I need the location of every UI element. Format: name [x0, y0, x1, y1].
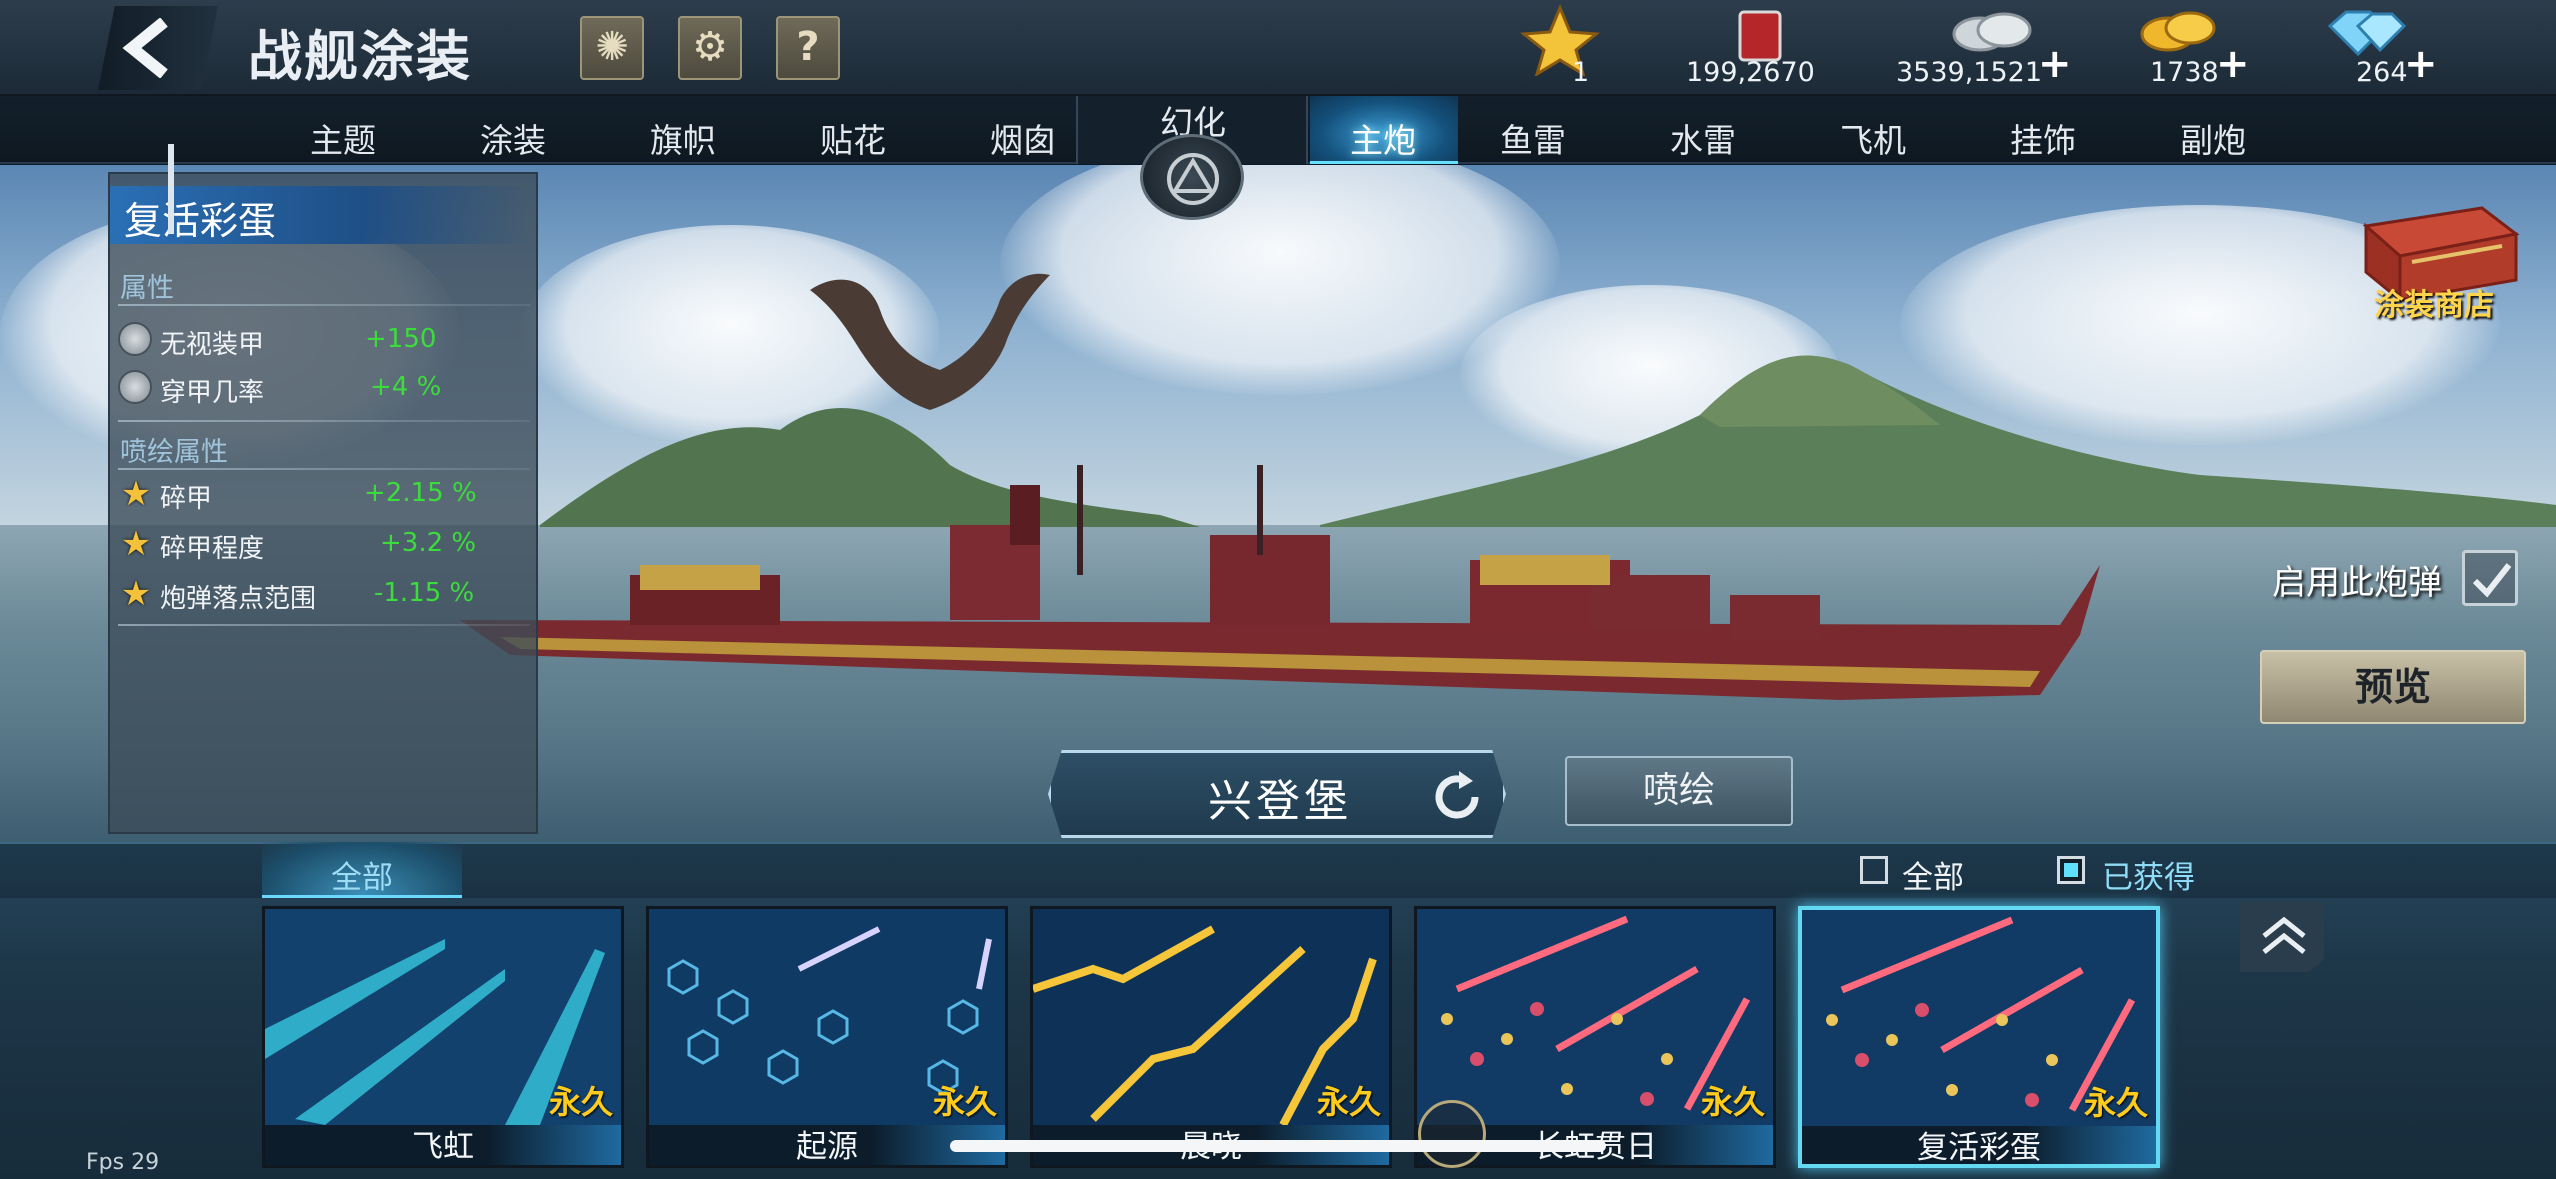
section-spray-attributes: 喷绘属性 — [120, 437, 228, 468]
silver-count: 3539,1521 — [1896, 57, 2043, 88]
tab-flag[interactable]: 旗帜 — [618, 114, 748, 162]
card-name: 复活彩蛋 — [1802, 1126, 2156, 1164]
top-bar: 战舰涂装 ✺ ⚙ ? 1 199,2670 3539,1521 + 1738 +… — [0, 0, 2556, 96]
armor-ignore-icon — [118, 322, 152, 356]
tab-all[interactable]: 全部 — [262, 852, 462, 897]
attribute-panel: 复活彩蛋 属性 无视装甲 +150 穿甲几率 +4 % 喷绘属性 ★ 碎甲 +2… — [108, 144, 538, 834]
checkbox-owned[interactable] — [2057, 856, 2085, 884]
tab-secondary-gun[interactable]: 副炮 — [2148, 114, 2278, 162]
skin-card-qiyuan[interactable]: 永久 起源 — [646, 906, 1008, 1168]
question-icon: ? — [796, 24, 820, 70]
checkbox-owned-label: 已获得 — [2102, 860, 2195, 896]
divider — [118, 468, 530, 470]
diamond-icon — [2327, 10, 2407, 57]
permanent-badge: 永久 — [1700, 1083, 1765, 1121]
spray-attr-label: 碎甲 — [160, 484, 213, 514]
permanent-badge: 永久 — [932, 1083, 997, 1121]
star-bonus-icon: ★ — [120, 474, 152, 514]
checkbox-all[interactable] — [1860, 856, 1888, 884]
checkbox-all-label: 全部 — [1902, 860, 1964, 896]
back-arrow-icon — [122, 18, 168, 78]
diamond-count: 264 — [2356, 57, 2408, 88]
checkmark-icon — [2472, 563, 2512, 598]
add-gold-icon[interactable]: + — [2216, 44, 2250, 84]
gold-resource: 1738 + — [2120, 4, 2250, 92]
dragon-figure — [810, 273, 1050, 410]
collapse-button[interactable] — [2240, 902, 2324, 972]
paint-shop-label: 涂装商店 — [2374, 288, 2494, 323]
penetration-icon — [118, 370, 152, 404]
triangle-emblem-icon — [1167, 153, 1219, 205]
tab-aircraft[interactable]: 飞机 — [1808, 114, 1938, 162]
divider — [118, 304, 530, 306]
silver-coins-icon — [1952, 12, 2032, 52]
skin-card-feihong[interactable]: 永久 飞虹 — [262, 906, 624, 1168]
spray-button[interactable]: 喷绘 — [1565, 756, 1793, 826]
fireworks-button[interactable]: ✺ — [580, 16, 644, 80]
gear-icon: ⚙ — [692, 24, 728, 70]
scroll-indicator[interactable] — [168, 144, 174, 234]
permanent-badge: 永久 — [2083, 1084, 2148, 1122]
transform-emblem-icon[interactable] — [1140, 134, 1244, 220]
tab-decal[interactable]: 贴花 — [788, 114, 918, 162]
paint-shop-button[interactable]: 涂装商店 — [2352, 200, 2522, 323]
tab-ornament[interactable]: 挂饰 — [1978, 114, 2108, 162]
spray-attr-value: +2.15 % — [364, 478, 477, 508]
battleship-hindenburg — [460, 465, 2100, 700]
permanent-badge: 永久 — [548, 1083, 613, 1121]
paint-resource: 199,2670 — [1680, 4, 1820, 92]
add-silver-icon[interactable]: + — [2038, 44, 2072, 84]
page-title: 战舰涂装 — [248, 25, 472, 88]
attr-label: 无视装甲 — [160, 330, 265, 360]
help-button[interactable]: ? — [776, 16, 840, 80]
spray-attr-value: -1.15 % — [374, 578, 475, 608]
star-count: 1 — [1572, 57, 1590, 88]
back-button[interactable] — [98, 6, 218, 90]
tab-mine[interactable]: 水雷 — [1638, 114, 1768, 162]
tab-torpedo[interactable]: 鱼雷 — [1468, 114, 1598, 162]
gold-coins-icon — [2140, 11, 2216, 52]
skin-card-chenxiao[interactable]: 永久 晨晓 — [1030, 906, 1392, 1168]
settings-button[interactable]: ⚙ — [678, 16, 742, 80]
fps-counter: Fps 29 — [86, 1150, 160, 1175]
paint-count: 199,2670 — [1686, 57, 1815, 88]
use-shell-label: 启用此炮弹 — [2272, 563, 2442, 603]
gold-count: 1738 — [2150, 57, 2219, 88]
star-resource: 1 — [1520, 4, 1610, 92]
section-attributes: 属性 — [120, 273, 174, 304]
preview-button[interactable]: 预览 — [2260, 650, 2526, 724]
tab-theme[interactable]: 主题 — [278, 114, 408, 162]
add-diamond-icon[interactable]: + — [2404, 44, 2438, 84]
diamond-resource: 264 + — [2300, 4, 2438, 92]
attr-value: +4 % — [370, 372, 442, 402]
tab-funnel[interactable]: 烟囱 — [958, 114, 1088, 162]
paint-bucket-icon — [1738, 10, 1782, 62]
divider — [118, 420, 530, 422]
use-shell-checkbox[interactable] — [2462, 550, 2518, 606]
tab-main-gun[interactable]: 主炮 — [1298, 114, 1468, 162]
double-chevron-up-icon — [2262, 916, 2306, 954]
silver-resource: 3539,1521 + — [1890, 4, 2072, 92]
fireworks-icon: ✺ — [595, 24, 629, 70]
card-name: 飞虹 — [265, 1125, 621, 1165]
skin-name: 复活彩蛋 — [124, 199, 277, 243]
attr-label: 穿甲几率 — [160, 378, 265, 408]
spray-attr-value: +3.2 % — [380, 528, 477, 558]
star-bonus-icon: ★ — [120, 524, 152, 564]
transform-badge-icon — [1418, 1100, 1486, 1168]
spray-attr-label: 碎甲程度 — [160, 534, 265, 564]
switch-ship-icon[interactable] — [1431, 771, 1487, 823]
attr-value: +150 — [365, 324, 437, 354]
divider — [118, 624, 530, 626]
home-indicator[interactable] — [950, 1140, 1606, 1152]
checkbox-owned-fill — [2064, 863, 2078, 877]
skin-card-easter-egg[interactable]: 永久 复活彩蛋 — [1798, 906, 2160, 1168]
permanent-badge: 永久 — [1316, 1083, 1381, 1121]
ship-name-button[interactable]: 兴登堡 — [1048, 750, 1506, 838]
spray-attr-label: 炮弹落点范围 — [160, 584, 317, 614]
tab-paint[interactable]: 涂装 — [448, 114, 578, 162]
star-bonus-icon: ★ — [120, 574, 152, 614]
